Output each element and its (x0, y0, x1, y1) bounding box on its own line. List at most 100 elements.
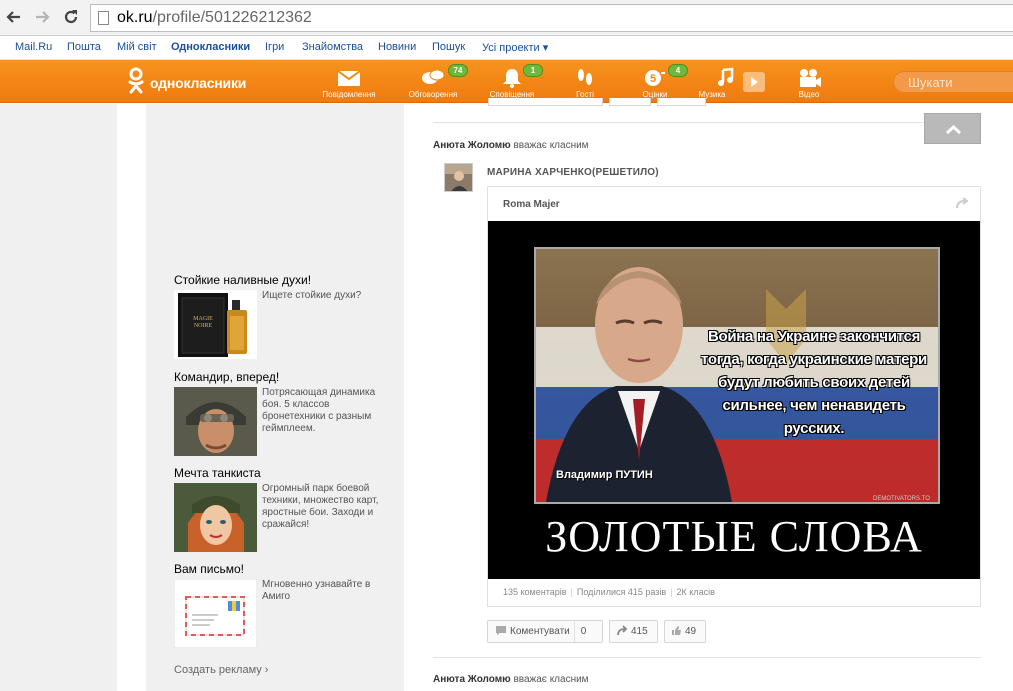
url-host: ok.ru (117, 9, 153, 26)
nav-messages-label: Повідомлення (322, 90, 376, 99)
svg-text:5: 5 (650, 73, 656, 85)
nav-discussions[interactable]: 74 Обговорення (398, 60, 468, 103)
thumbs-up-icon (672, 625, 681, 635)
music-play-icon[interactable] (743, 72, 765, 92)
ad-description: Потрясающая динамика боя. 5 классов брон… (262, 387, 376, 434)
page-icon (98, 11, 109, 25)
feed-item-header: Анюта Жоломю вважає класним (433, 140, 589, 151)
poster-quote: Война на Украине закончится тогда, когда… (701, 328, 927, 437)
actor-action: вважає класним (513, 140, 589, 151)
comment-icon (496, 625, 506, 635)
post-source-name[interactable]: Roma Majer (503, 199, 560, 210)
previous-post-action[interactable] (657, 98, 706, 106)
svg-text:MAGIE: MAGIE (193, 316, 213, 322)
tank-girl-image[interactable] (174, 483, 257, 552)
tank-commander-image[interactable] (174, 387, 257, 456)
notifications-badge: 1 (523, 64, 543, 77)
comment-count: 0 (573, 621, 593, 642)
nav-video[interactable]: Відео (774, 60, 844, 103)
url-text[interactable]: ok.ru/profile/501226212362 (117, 9, 312, 27)
ad-description: Ищете стойкие духи? (262, 290, 362, 301)
ok-header-bar: однокласники Повідомлення 74 Обговорення… (0, 60, 1013, 103)
create-ad-link[interactable]: Создать рекламу › (174, 664, 268, 676)
nav-messages[interactable]: Повідомлення (314, 60, 384, 103)
portal-link-news[interactable]: Новини (378, 41, 416, 53)
ratings-icon: 5 (645, 70, 665, 86)
portal-link-mail[interactable]: Пошта (67, 41, 101, 53)
poster-signature: Владимир ПУТИН (556, 469, 653, 481)
actor-name[interactable]: Анюта Жоломю (433, 674, 511, 685)
portal-link-mailru[interactable]: Mail.Ru (15, 41, 52, 53)
demotivator-image[interactable]: Война на Украине закончится тогда, когда… (488, 221, 980, 579)
ad-title[interactable]: Стойкие наливные духи! (174, 273, 384, 287)
svg-text:NOIRE: NOIRE (194, 323, 213, 329)
perfume-image[interactable]: MAGIE NOIRE (174, 290, 257, 359)
author-avatar[interactable] (444, 163, 473, 192)
actor-name[interactable]: Анюта Жоломю (433, 140, 511, 151)
chat-bubbles-icon (422, 69, 445, 84)
search-input[interactable]: Шукати (893, 71, 1013, 93)
shared-post-card: Roma Majer Война на Украине закончится т… (487, 186, 981, 607)
nav-video-label: Відео (798, 90, 820, 99)
ratings-badge: 4 (668, 64, 688, 77)
envelope-image[interactable] (174, 579, 257, 648)
feed-divider (433, 122, 981, 123)
comment-button-label: Коментувати (510, 626, 570, 637)
browser-toolbar: ok.ru/profile/501226212362 (0, 0, 1013, 36)
like-count: 49 (685, 626, 697, 637)
address-bar[interactable]: ok.ru/profile/501226212362 (90, 4, 1013, 32)
ad-item[interactable]: Мечта танкиста Огромный парк боевой техн… (174, 466, 384, 552)
ok-logo-icon (128, 67, 144, 94)
comment-button[interactable]: Коментувати 0 (487, 620, 603, 643)
forward-arrow-icon[interactable] (32, 8, 52, 28)
nav-notifications[interactable]: 1 Сповіщення (477, 60, 547, 103)
discussions-badge: 74 (448, 64, 468, 77)
post-author-name[interactable]: МАРИНА ХАРЧЕНКО(РЕШЕТИЛО) (487, 167, 659, 178)
left-margin (0, 104, 117, 691)
share-arrow-icon (617, 625, 628, 635)
url-path: /profile/501226212362 (152, 9, 312, 26)
portal-link-search[interactable]: Пошук (432, 41, 465, 53)
footprints-icon (578, 69, 592, 85)
ad-title[interactable]: Мечта танкиста (174, 466, 384, 480)
ad-item[interactable]: Стойкие наливные духи! MAGIE NOIRE Ищете… (174, 273, 384, 359)
ad-title[interactable]: Вам письмо! (174, 562, 384, 576)
search-placeholder: Шукати (908, 75, 953, 90)
likes-count-link[interactable]: 2К класів (677, 587, 715, 597)
envelope-icon (337, 70, 361, 86)
feed-divider (433, 657, 981, 658)
reshare-arrow-icon[interactable] (954, 195, 970, 211)
portal-link-dating[interactable]: Знайомства (302, 41, 363, 53)
nav-guests[interactable]: Гості (550, 60, 620, 103)
ad-item[interactable]: Вам письмо! Мгновенно узнавайте в Амиго (174, 562, 384, 648)
portal-link-my-world[interactable]: Мій світ (117, 41, 157, 53)
video-camera-icon (800, 69, 821, 87)
nav-discussions-label: Обговорення (408, 90, 458, 99)
feed-item-header: Анюта Жоломю вважає класним (433, 674, 589, 685)
like-button[interactable]: 49 (664, 620, 706, 643)
share-count: 415 (631, 626, 648, 637)
bell-icon (503, 69, 521, 88)
portal-bar: Mail.Ru Пошта Мій світ Однокласники Ігри… (0, 36, 1013, 60)
scroll-to-top-button[interactable] (924, 113, 981, 144)
portal-link-games[interactable]: Ігри (265, 41, 284, 53)
chevron-up-icon (945, 124, 962, 135)
post-stats: 135 коментарів | Поділилися 415 разів | 2К к… (503, 587, 715, 597)
previous-post-action[interactable] (609, 98, 651, 106)
share-button[interactable]: 415 (609, 620, 658, 643)
poster-caption: ЗОЛОТЫЕ СЛОВА (545, 512, 923, 561)
ad-title[interactable]: Командир, вперед! (174, 370, 384, 384)
poster-watermark: DEMOTIVATORS.TO (873, 496, 930, 502)
ad-description: Мгновенно узнавайте в Амиго (262, 579, 371, 602)
music-note-icon (718, 67, 734, 86)
back-arrow-icon[interactable] (4, 8, 24, 28)
previous-post-action[interactable] (488, 98, 603, 106)
ad-description: Огромный парк боевой техники, множество … (262, 483, 379, 530)
comments-count-link[interactable]: 135 коментарів (503, 587, 567, 597)
shares-count-link[interactable]: Поділилися 415 разів (577, 587, 666, 597)
ok-logo-text: однокласники (150, 75, 247, 91)
reload-icon[interactable] (61, 8, 81, 28)
ad-item[interactable]: Командир, вперед! Потрясающая динамика б… (174, 370, 384, 456)
portal-link-odnoklassniki[interactable]: Однокласники (171, 41, 250, 53)
portal-link-all-projects[interactable]: Усі проекти ▾ (482, 41, 548, 54)
